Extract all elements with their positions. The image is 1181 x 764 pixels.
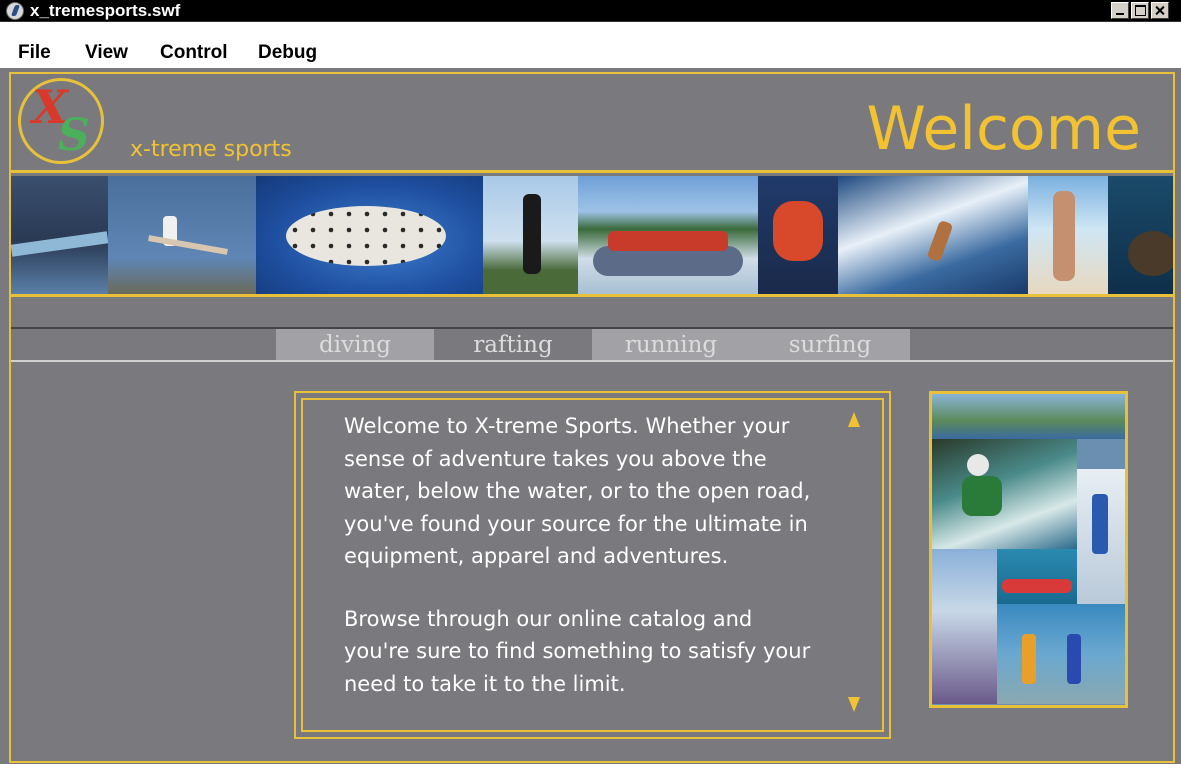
header-divider — [11, 170, 1173, 173]
maximize-button[interactable] — [1131, 2, 1149, 19]
brand-name: x-treme sports — [130, 137, 292, 162]
nav-divider-bottom — [11, 360, 1173, 362]
banner-photo-diver-2 — [1108, 176, 1173, 294]
banner-photo-stretch — [108, 176, 256, 294]
minimize-button[interactable] — [1111, 2, 1129, 19]
tab-surfing[interactable]: surfing — [750, 329, 910, 360]
menu-view[interactable]: View — [85, 42, 128, 64]
tab-diving[interactable]: diving — [276, 329, 434, 360]
tab-rafting[interactable]: rafting — [434, 329, 592, 360]
banner-photo-beach — [1028, 176, 1108, 294]
window-title: x_tremesports.swf — [30, 1, 181, 20]
menu-bar: File View Control Debug — [0, 22, 1181, 69]
sports-collage-image — [929, 391, 1128, 708]
banner-photo-rafting — [578, 176, 758, 294]
banner-photo-fish — [256, 176, 483, 294]
banner-photo-surfer — [838, 176, 1028, 294]
tab-running[interactable]: running — [592, 329, 750, 360]
page-title: Welcome — [866, 94, 1141, 164]
logo-s-letter: S — [58, 110, 90, 161]
banner-photo-pool — [11, 176, 109, 294]
photo-banner — [11, 176, 1173, 297]
banner-photo-diver — [758, 176, 838, 294]
menu-file[interactable]: File — [18, 42, 51, 64]
triangle-up-icon[interactable] — [848, 412, 860, 427]
catalog-paragraph: Browse through our online catalog and yo… — [344, 606, 811, 696]
title-bar: x_tremesports.swf — [0, 0, 1181, 22]
close-button[interactable] — [1151, 2, 1169, 19]
welcome-paragraph: Welcome to X-treme Sports. Whether your … — [344, 414, 811, 568]
banner-photo-runner — [483, 176, 578, 294]
welcome-text: Welcome to X-treme Sports. Whether your … — [344, 410, 824, 730]
flash-player-icon[interactable] — [6, 2, 24, 20]
menu-control[interactable]: Control — [160, 42, 228, 64]
triangle-down-icon[interactable] — [848, 697, 860, 712]
menu-debug[interactable]: Debug — [258, 42, 317, 64]
